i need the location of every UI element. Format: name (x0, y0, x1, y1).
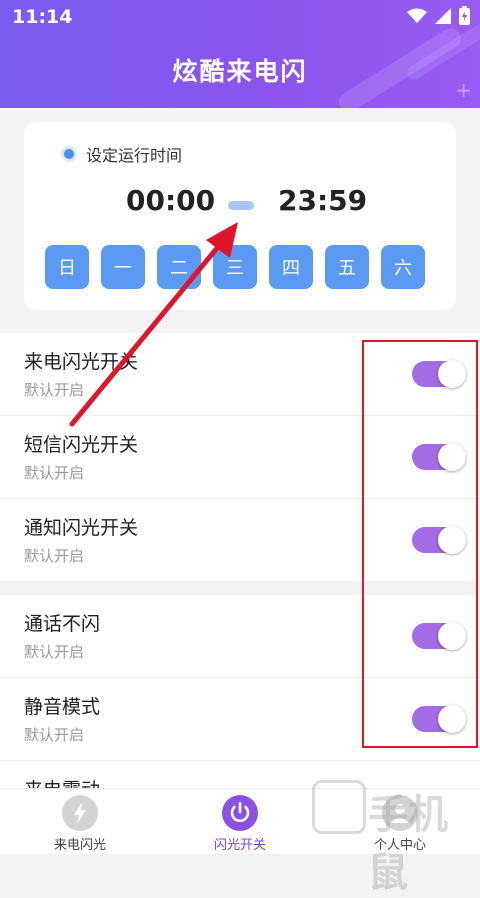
watermark: 手机鼠 (300, 770, 475, 896)
day-tue[interactable]: 二 (157, 245, 201, 289)
day-thu[interactable]: 四 (269, 245, 313, 289)
setting-title: 来电闪光开关 (24, 351, 139, 373)
day-wed[interactable]: 三 (213, 245, 257, 289)
setting-subtitle: 默认开启 (24, 464, 85, 482)
status-icons (407, 6, 470, 25)
tab-label: 来电闪光 (53, 838, 106, 853)
day-fri[interactable]: 五 (325, 245, 369, 289)
schedule-card: 设定运行时间 00:00 23:59 日 一 二 三 四 五 六 (24, 122, 456, 310)
setting-subtitle: 默认开启 (24, 547, 85, 565)
status-time: 11:14 (12, 6, 73, 28)
end-time[interactable]: 23:59 (278, 184, 367, 217)
schedule-label: 设定运行时间 (86, 146, 183, 165)
setting-subtitle: 默认开启 (24, 381, 85, 399)
wifi-icon (407, 8, 427, 23)
schedule-label-row: 设定运行时间 (64, 142, 182, 166)
setting-title: 通话不闪 (24, 613, 101, 635)
signal-icon (435, 7, 451, 24)
day-sat[interactable]: 六 (381, 245, 425, 289)
weekday-selector: 日 一 二 三 四 五 六 (45, 245, 425, 289)
watermark-text: 手机鼠 (368, 792, 448, 896)
lightning-icon (62, 795, 98, 831)
setting-subtitle: 默认开启 (24, 726, 85, 744)
time-separator (228, 201, 254, 210)
setting-title: 通知闪光开关 (24, 517, 139, 539)
tab-call-flash[interactable]: 来电闪光 (0, 789, 160, 854)
plus-decoration-icon: + (455, 78, 472, 102)
setting-subtitle: 默认开启 (24, 643, 85, 661)
tab-label: 闪光开关 (213, 838, 266, 853)
power-icon (222, 795, 258, 831)
tab-flash-switch[interactable]: 闪光开关 (160, 789, 320, 854)
start-time[interactable]: 00:00 (126, 184, 215, 217)
day-sun[interactable]: 日 (45, 245, 89, 289)
setting-title: 短信闪光开关 (24, 434, 139, 456)
page-title: 炫酷来电闪 (172, 57, 308, 86)
annotation-highlight-box (362, 340, 478, 748)
status-bar: 11:14 (0, 0, 480, 34)
schedule-dot-icon (64, 149, 74, 159)
battery-icon (459, 6, 470, 25)
time-range: 00:00 23:59 (24, 184, 456, 224)
setting-title: 静音模式 (24, 696, 101, 718)
day-mon[interactable]: 一 (101, 245, 145, 289)
app-header: 11:14 炫酷来电闪 + (0, 0, 480, 108)
watermark-logo-icon (312, 780, 366, 834)
